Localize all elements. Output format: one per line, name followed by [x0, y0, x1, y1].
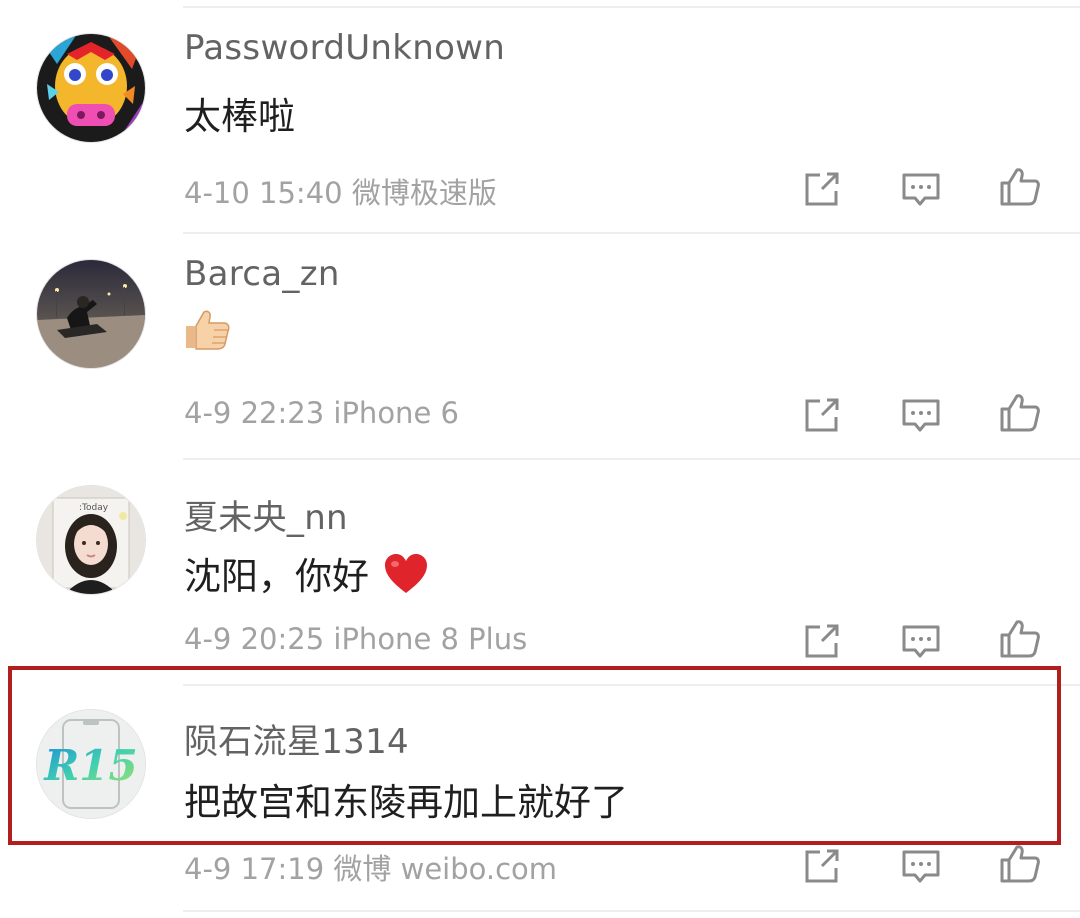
like-icon	[1000, 845, 1040, 883]
colorful-cartoon-avatar-icon	[37, 34, 145, 142]
share-button[interactable]	[800, 393, 844, 437]
share-icon	[805, 398, 839, 432]
svg-text::Today: :Today	[79, 503, 109, 513]
share-button[interactable]	[800, 167, 844, 211]
comment-meta: 4-9 17:19 微博 weibo.com	[184, 846, 557, 888]
source: iPhone 8 Plus	[333, 622, 528, 656]
avatar[interactable]: :Today	[37, 486, 145, 594]
share-button[interactable]	[800, 619, 844, 663]
night-road-photo-avatar-icon	[37, 260, 145, 368]
reply-button[interactable]	[899, 393, 943, 437]
comment-item: PasswordUnknown 太棒啦 4-10 15:40 微博极速版	[0, 8, 1080, 234]
username[interactable]: 夏未央_nn	[184, 490, 348, 539]
like-button[interactable]	[998, 842, 1042, 886]
comment-text: 把故宫和东陵再加上就好了	[184, 781, 628, 824]
comment-meta: 4-9 20:25 iPhone 8 Plus	[184, 622, 527, 656]
comment-icon	[902, 625, 940, 658]
thumbs-up-emoji-icon	[184, 306, 232, 361]
comment-text: 太棒啦	[184, 95, 295, 138]
username[interactable]: Barca_zn	[184, 254, 340, 294]
comment-item: :Today 夏未央_nn 沈阳，你好 4-9 20:25 iPhone 8 P…	[0, 460, 1080, 686]
like-icon	[1000, 620, 1040, 658]
comment-icon	[902, 399, 940, 432]
like-button[interactable]	[998, 617, 1042, 661]
reply-button[interactable]	[899, 619, 943, 663]
source: iPhone 6	[333, 396, 459, 430]
share-icon	[805, 172, 839, 206]
comment-text	[184, 306, 232, 361]
svg-text:R15: R15	[43, 741, 137, 790]
comment-meta: 4-9 22:23 iPhone 6	[184, 396, 459, 430]
source: 微博极速版	[351, 176, 497, 210]
comment-text: 沈阳，你好	[184, 546, 429, 604]
timestamp: 4-9 22:23	[184, 396, 325, 430]
avatar[interactable]	[37, 34, 145, 142]
girl-photo-avatar-icon: :Today	[37, 486, 145, 594]
like-button[interactable]	[998, 165, 1042, 209]
comment-item: Barca_zn 4-9 22:23 iPhone 6	[0, 234, 1080, 460]
username[interactable]: PasswordUnknown	[184, 28, 505, 68]
share-icon	[805, 849, 839, 883]
avatar[interactable]: R15	[37, 710, 145, 818]
timestamp: 4-10 15:40	[184, 176, 343, 210]
comment-meta: 4-10 15:40 微博极速版	[184, 170, 497, 212]
comment-icon	[902, 850, 940, 883]
divider	[183, 910, 1080, 912]
reply-button[interactable]	[899, 844, 943, 888]
share-button[interactable]	[800, 844, 844, 888]
comment-item: R15 陨石流星1314 把故宫和东陵再加上就好了 4-9 17:19 微博 w…	[0, 686, 1080, 912]
source: 微博 weibo.com	[333, 852, 558, 886]
share-icon	[805, 624, 839, 658]
comment-list: PasswordUnknown 太棒啦 4-10 15:40 微博极速版 Bar…	[0, 0, 1080, 918]
reply-button[interactable]	[899, 167, 943, 211]
comment-icon	[902, 173, 940, 206]
avatar[interactable]	[37, 260, 145, 368]
timestamp: 4-9 17:19	[184, 852, 325, 886]
heart-emoji-icon	[383, 553, 429, 604]
timestamp: 4-9 20:25	[184, 622, 325, 656]
like-icon	[1000, 394, 1040, 432]
r15-logo-avatar-icon: R15	[37, 710, 145, 818]
username[interactable]: 陨石流星1314	[184, 714, 409, 763]
like-icon	[1000, 168, 1040, 206]
like-button[interactable]	[998, 391, 1042, 435]
